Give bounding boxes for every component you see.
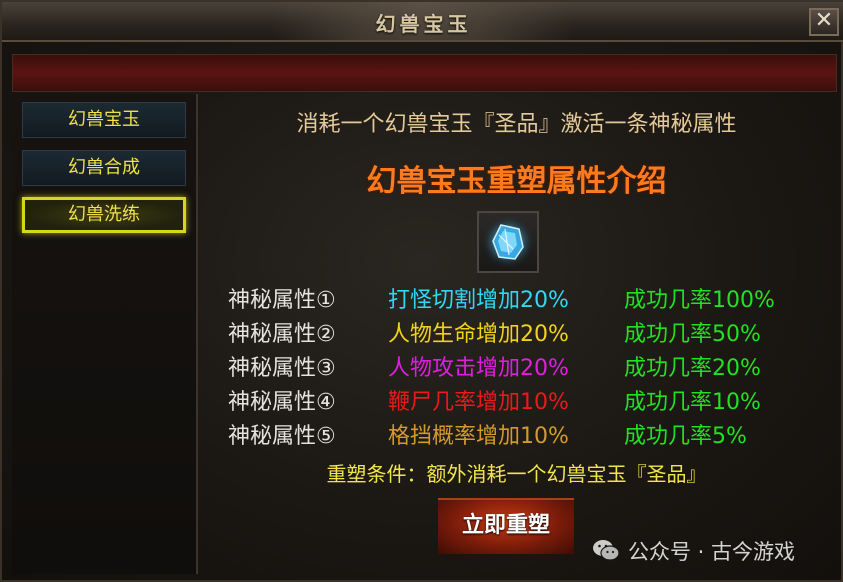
attribute-effect: 格挡概率增加10% (388, 424, 569, 449)
attribute-row: 神秘属性③ 人物攻击增加20% 成功几率20% (228, 350, 828, 384)
wechat-icon (593, 540, 620, 561)
attribute-rate: 成功几率20% (624, 356, 761, 381)
sidebar-tab-synthesis[interactable]: 幻兽合成 (22, 150, 186, 186)
gem-slot[interactable] (477, 211, 539, 273)
attribute-row: 神秘属性④ 鞭尸几率增加10% 成功几率10% (228, 384, 828, 418)
reforge-condition: 重塑条件：额外消耗一个幻兽宝玉『圣品』 (326, 462, 707, 486)
sidebar: 幻兽宝玉 幻兽合成 幻兽洗练 (12, 94, 198, 574)
attribute-rate: 成功几率50% (624, 322, 761, 347)
attribute-rate: 成功几率5% (624, 424, 747, 449)
attribute-effect: 人物攻击增加20% (388, 356, 569, 381)
game-window: 幻兽宝玉 ✕ 幻兽宝玉 幻兽合成 幻兽洗练 消耗一个幻兽宝玉『圣品』激活一条神秘… (0, 0, 843, 582)
attribute-effect: 人物生命增加20% (388, 322, 569, 347)
attribute-name: 神秘属性③ (228, 356, 336, 381)
attribute-row: 神秘属性② 人物生命增加20% 成功几率50% (228, 316, 828, 350)
attribute-name: 神秘属性① (228, 288, 336, 313)
sidebar-tab-gem[interactable]: 幻兽宝玉 (22, 102, 186, 138)
attribute-rate: 成功几率10% (624, 390, 761, 415)
window-title: 幻兽宝玉 (375, 12, 472, 36)
reforge-button[interactable]: 立即重塑 (438, 498, 574, 554)
attribute-name: 神秘属性② (228, 322, 336, 347)
attribute-effect: 打怪切割增加20% (388, 288, 569, 313)
watermark-text: 公众号 · 古今游戏 (628, 540, 796, 564)
blue-gem-icon (482, 216, 534, 268)
attribute-row: 神秘属性⑤ 格挡概率增加10% 成功几率5% (228, 418, 828, 452)
main-content: 消耗一个幻兽宝玉『圣品』激活一条神秘属性 幻兽宝玉重塑属性介绍 神秘属性① 打怪… (198, 94, 835, 574)
attribute-name: 神秘属性⑤ (228, 424, 336, 449)
attribute-row: 神秘属性① 打怪切割增加20% 成功几率100% (228, 282, 828, 316)
close-button[interactable]: ✕ (809, 8, 839, 36)
attribute-name: 神秘属性④ (228, 390, 336, 415)
title-bar: 幻兽宝玉 ✕ (2, 2, 843, 42)
attribute-rate: 成功几率100% (624, 288, 775, 313)
header-banner (12, 54, 837, 92)
headline-text: 消耗一个幻兽宝玉『圣品』激活一条神秘属性 (296, 112, 737, 137)
page-title: 幻兽宝玉重塑属性介绍 (366, 164, 667, 199)
attribute-effect: 鞭尸几率增加10% (388, 390, 569, 415)
sidebar-tab-refine[interactable]: 幻兽洗练 (22, 197, 186, 233)
